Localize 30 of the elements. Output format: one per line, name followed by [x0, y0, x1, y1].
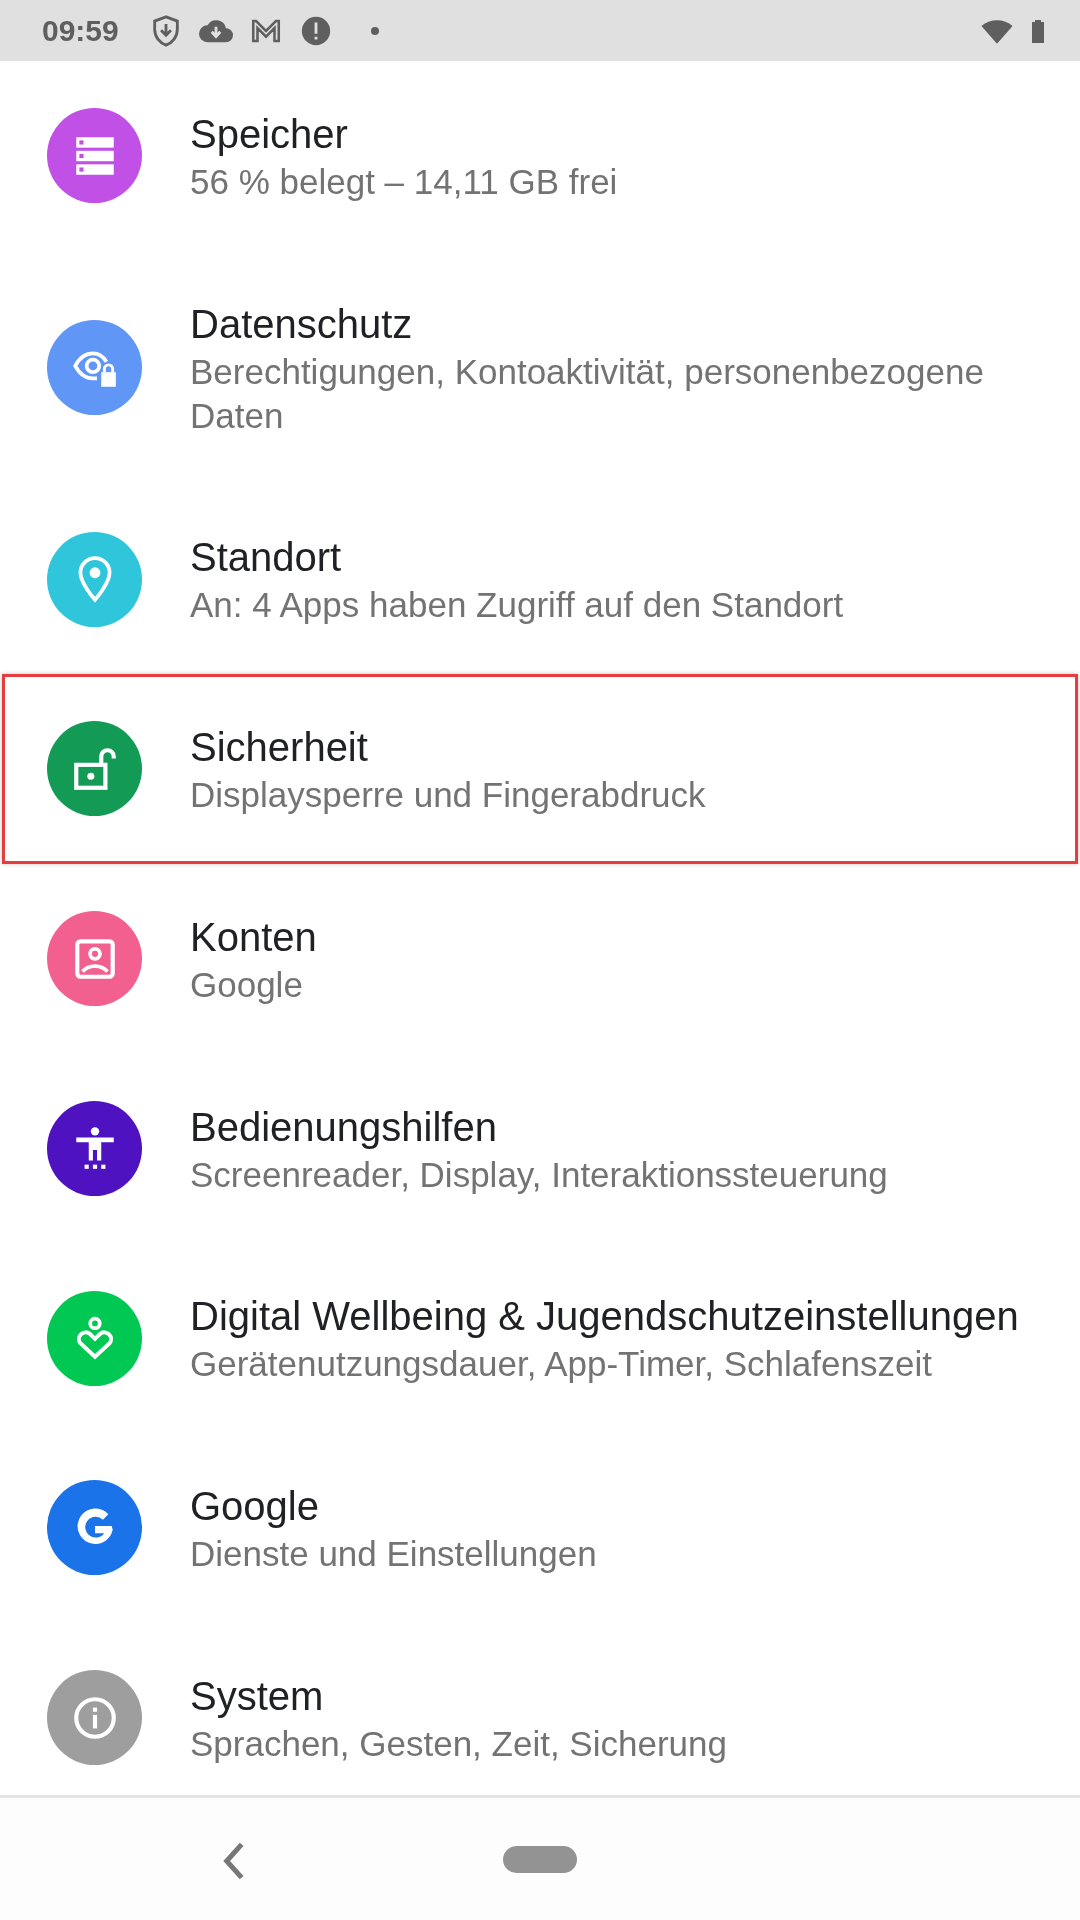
item-subtitle: Displaysperre und Fingerabdruck [190, 774, 707, 816]
item-subtitle: Sprachen, Gesten, Zeit, Sicherung [190, 1722, 728, 1765]
item-title: Digital Wellbeing & Jugendschutzeinstellungen [190, 1293, 1020, 1341]
settings-item[interactable]: Konten Google [2, 863, 1078, 1054]
home-button[interactable] [503, 1846, 577, 1873]
settings-item[interactable]: Digital Wellbeing & Jugendschutzeinstellungen Gerätenutzungsdauer, App-Timer, Schlafenszeit [2, 1243, 1078, 1433]
item-title: System [190, 1672, 325, 1720]
item-title: Bedienungshilfen [190, 1103, 498, 1151]
settings-item[interactable]: Bedienungshilfen Screenreader, Display, Interaktionssteuerung [2, 1053, 1078, 1244]
item-subtitle: Google [190, 963, 304, 1006]
item-subtitle: Berechtigungen, Kontoaktivität, personenbezogene Daten [190, 350, 985, 437]
item-subtitle: Dienste und Einstellungen [190, 1533, 598, 1575]
item-title: Google [190, 1483, 320, 1530]
item-subtitle: An: 4 Apps haben Zugriff auf den Standort [190, 584, 845, 627]
status-time: 09:59 [42, 13, 119, 49]
item-subtitle: Screenreader, Display, Interaktionssteuerung [190, 1153, 889, 1196]
item-title: Sicherheit [190, 724, 369, 771]
settings-item[interactable]: Google Dienste und Einstellungen [2, 1433, 1078, 1623]
item-subtitle: Gerätenutzungsdauer, App-Timer, Schlafenszeit [190, 1343, 933, 1386]
settings-item[interactable]: Speicher 56 % belegt – 14,11 GB frei [2, 61, 1078, 251]
item-title: Speicher [190, 111, 349, 158]
item-title: Konten [190, 913, 318, 961]
settings-item[interactable]: Sicherheit Displaysperre und Fingerabdruck [2, 674, 1078, 864]
item-title: Datenschutz [190, 300, 414, 348]
settings-item[interactable]: Datenschutz Berechtigungen, Kontoaktivität, personenbezogene Daten [2, 250, 1078, 485]
item-subtitle: 56 % belegt – 14,11 GB frei [190, 161, 619, 203]
dot-icon [370, 26, 379, 35]
settings-item[interactable]: Standort An: 4 Apps haben Zugriff auf den Standort [2, 484, 1078, 674]
settings-item[interactable]: System Sprachen, Gesten, Zeit, Sicherung [2, 1622, 1078, 1813]
item-title: Standort [190, 534, 343, 582]
